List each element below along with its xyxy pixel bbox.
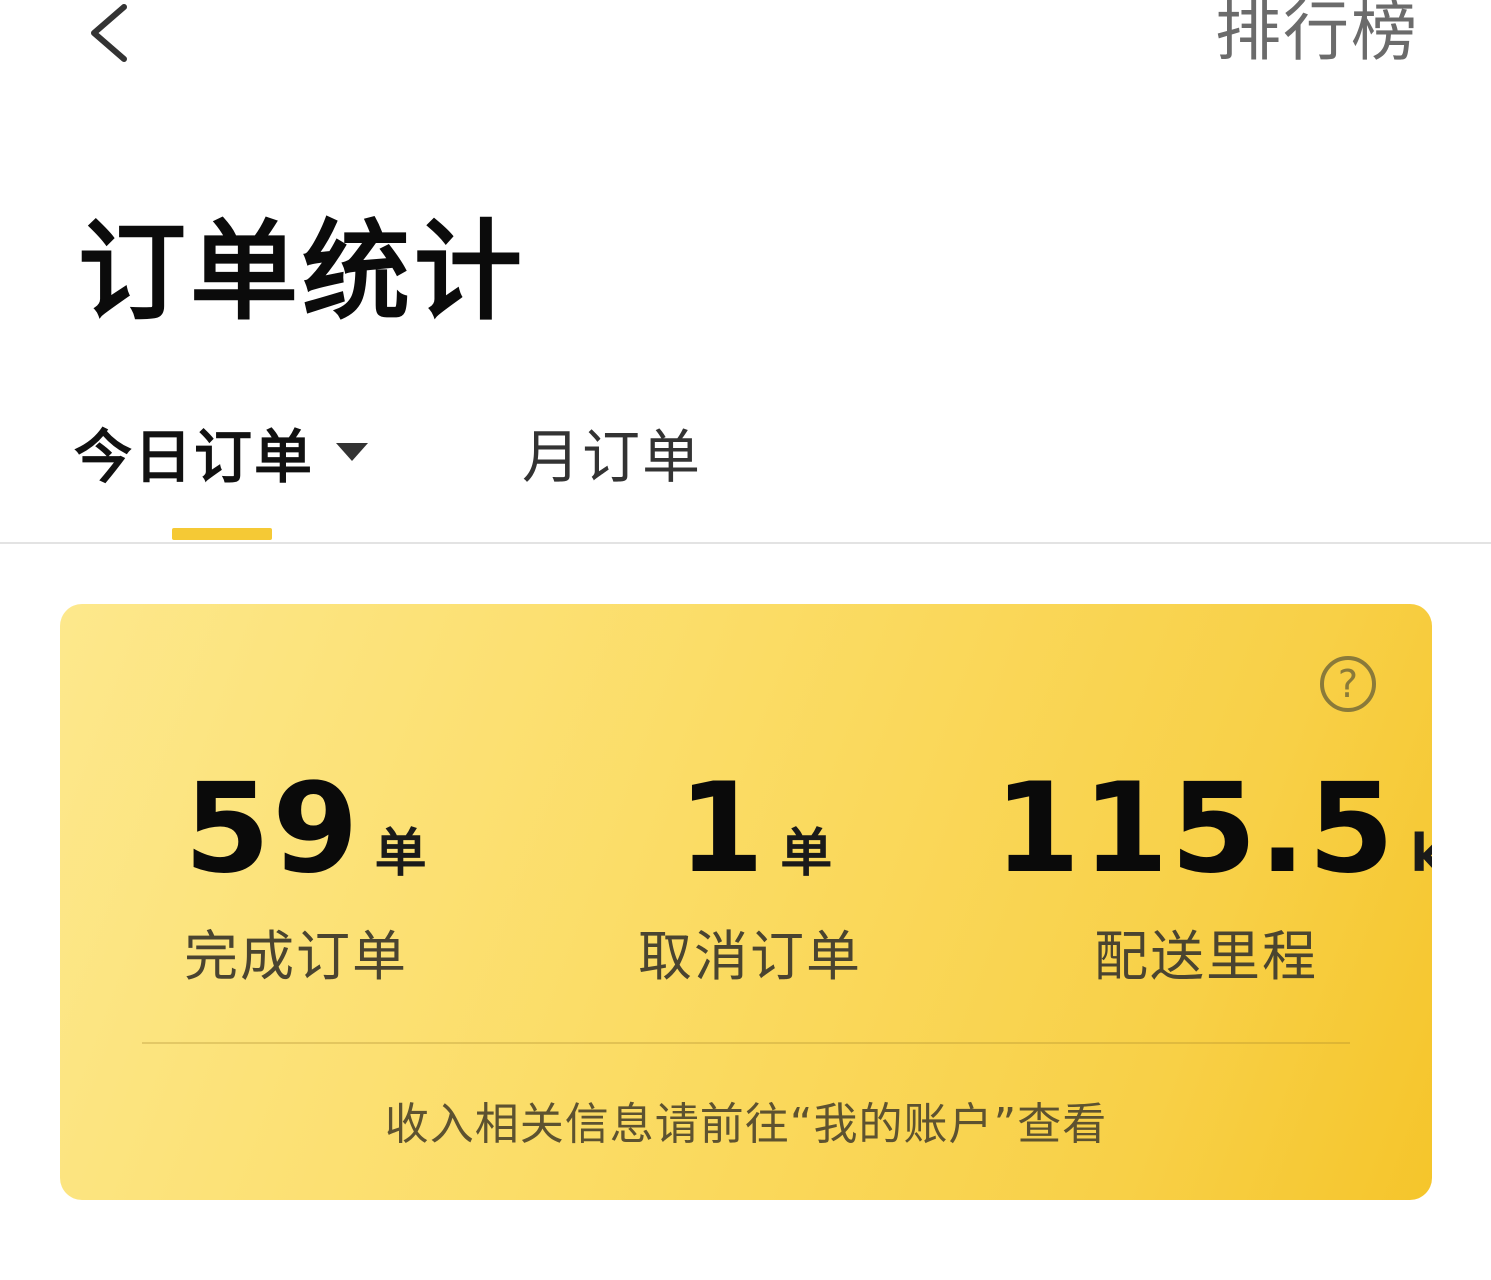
page-title: 订单统计 xyxy=(78,210,527,335)
completed-orders-value: 59 xyxy=(184,757,361,901)
order-stats-card: ? 59 单 完成订单 1 单 取消订单 115.5 km 配送里程 收入相关信… xyxy=(60,604,1432,1200)
question-circle-icon[interactable]: ? xyxy=(1320,656,1376,712)
leaderboard-link[interactable]: 排行榜 xyxy=(1215,0,1419,72)
chevron-down-icon xyxy=(336,443,369,461)
income-info-note: 收入相关信息请前往“我的账户”查看 xyxy=(384,1099,1108,1150)
card-divider xyxy=(142,1042,1350,1044)
tab-today-label: 今日订单 xyxy=(74,423,315,491)
tab-month-orders[interactable]: 月订单 xyxy=(522,412,702,492)
cancelled-orders-label: 取消订单 xyxy=(638,925,862,988)
delivery-distance-label: 配送里程 xyxy=(1094,925,1318,988)
chevron-left-icon xyxy=(91,4,127,62)
tab-today-orders[interactable]: 今日订单 xyxy=(74,412,369,492)
cancelled-orders-unit: 单 xyxy=(780,824,833,884)
cancelled-orders-value: 1 xyxy=(678,757,767,901)
tabs-divider xyxy=(0,542,1491,544)
stat-completed-orders: 59 单 完成订单 xyxy=(184,754,427,1044)
back-button[interactable] xyxy=(78,0,138,70)
delivery-distance-unit: km xyxy=(1410,824,1432,884)
delivery-distance-value: 115.5 xyxy=(994,757,1397,901)
stat-delivery-distance: 115.5 km 配送里程 xyxy=(994,754,1432,1044)
completed-orders-label: 完成订单 xyxy=(184,925,408,988)
completed-orders-unit: 单 xyxy=(374,824,427,884)
active-tab-indicator xyxy=(172,528,272,540)
stat-cancelled-orders: 1 单 取消订单 xyxy=(638,754,860,1044)
